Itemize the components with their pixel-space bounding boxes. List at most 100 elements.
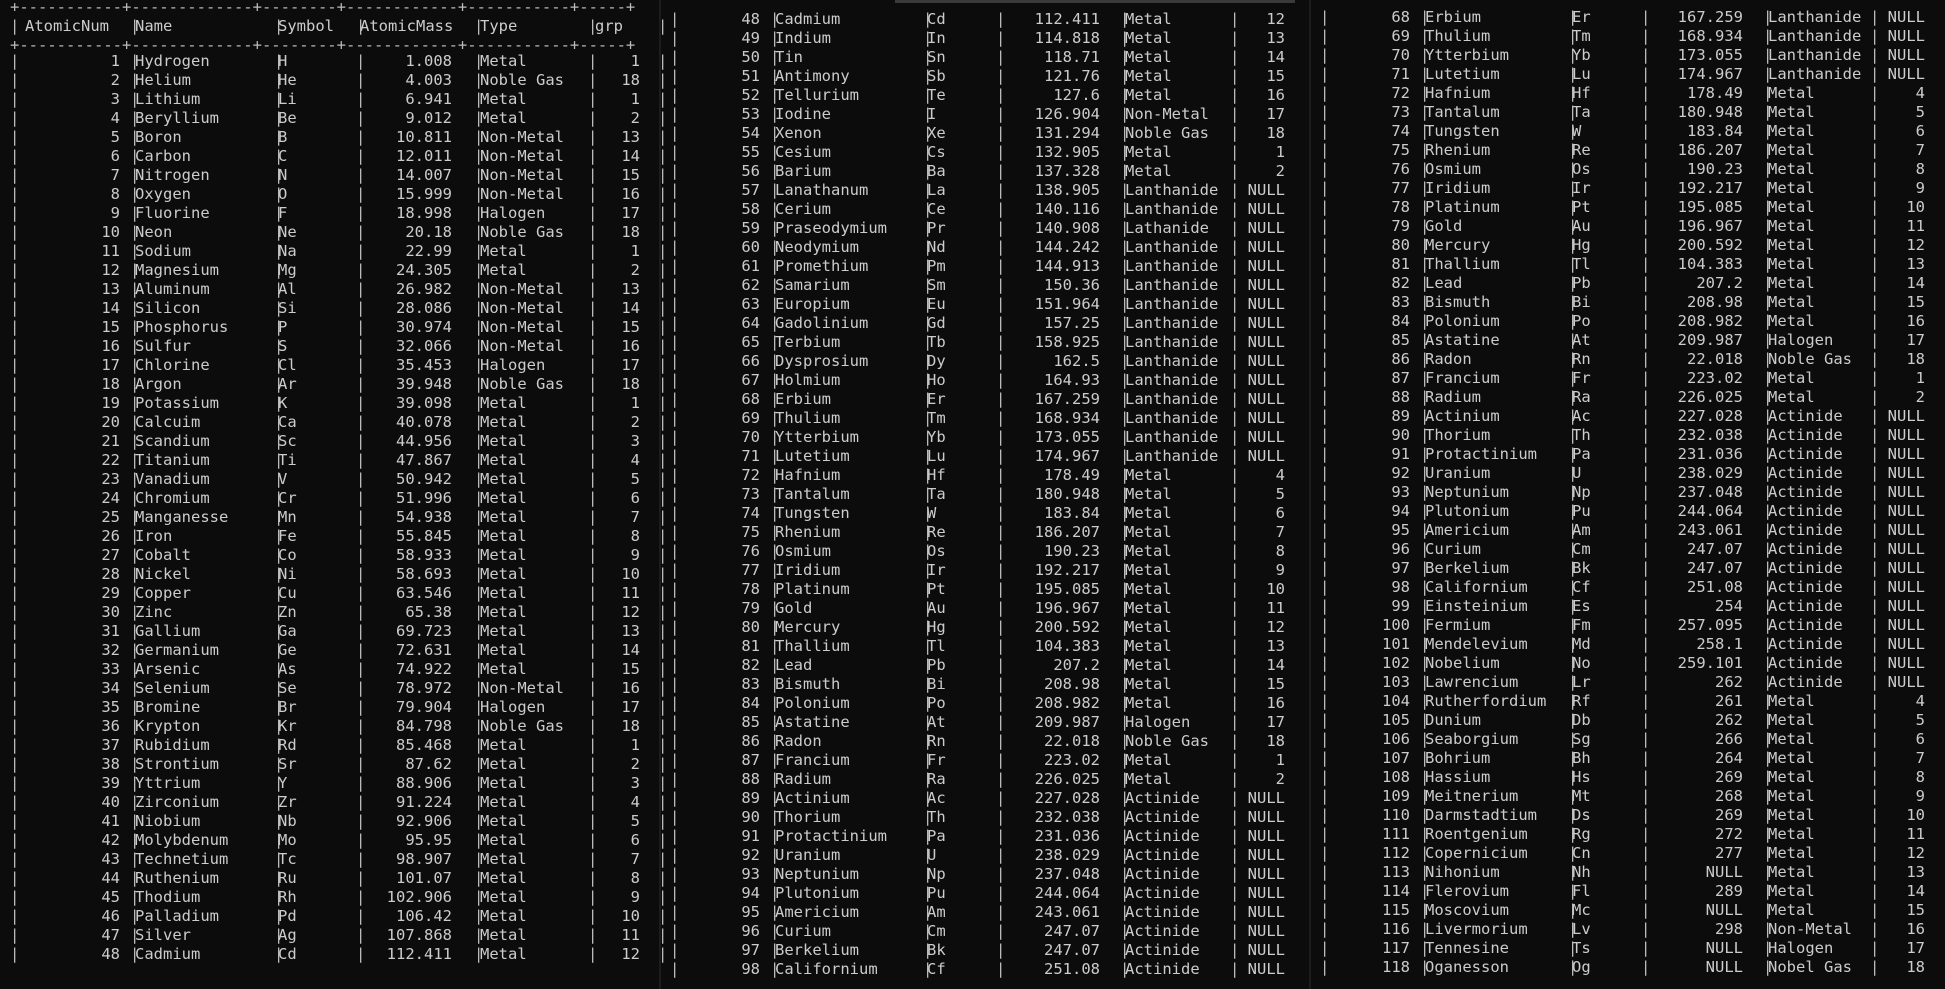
column-separator: | <box>1763 122 1773 140</box>
cell-atomic-num: 80 <box>1391 236 1410 254</box>
cell-atomic-num: 74 <box>741 504 760 522</box>
column-separator: | <box>356 508 366 526</box>
column-separator: | <box>130 318 140 336</box>
cell-atomic-mass: 196.967 <box>1034 599 1100 617</box>
cell-type: Metal <box>1768 141 1815 159</box>
cell-type: Metal <box>1768 312 1815 330</box>
cell-atomic-mass: 227.028 <box>1677 407 1743 425</box>
column-separator: | <box>356 90 366 108</box>
cell-atomic-num: 42 <box>101 831 120 849</box>
pane-divider[interactable] <box>659 0 661 989</box>
table-row: 2 Helium He 4.003 Noble Gas 18 | | | | | | | <box>0 71 667 90</box>
cell-type: Non-Metal <box>480 147 564 165</box>
cell-atomic-num: 77 <box>1391 179 1410 197</box>
column-separator: | <box>1763 46 1773 64</box>
cell-type: Metal <box>1125 751 1172 769</box>
column-separator: | <box>1320 502 1330 520</box>
column-separator: | <box>274 432 284 450</box>
column-separator: | <box>1120 770 1130 788</box>
terminal-pane-middle[interactable]: 48CadmiumCd112.411Metal12|||||||49Indium… <box>660 0 1314 989</box>
cell-atomic-num: 76 <box>741 542 760 560</box>
column-separator: | <box>10 717 20 735</box>
table-row: 105DuniumDb262Metal5||||||| <box>1310 711 1945 730</box>
column-separator: | <box>770 789 780 807</box>
column-separator: | <box>474 584 484 602</box>
column-separator: | <box>274 907 284 925</box>
column-separator: | <box>356 185 366 203</box>
cell-name: Astatine <box>1425 331 1500 349</box>
column-separator: | <box>1230 447 1240 465</box>
column-separator: | <box>588 470 598 488</box>
table-row: 73TantalumTa180.948Metal5||||||| <box>1310 103 1945 122</box>
pane-divider[interactable] <box>1309 0 1311 989</box>
table-row: 87FranciumFr223.02Metal1||||||| <box>660 751 1314 770</box>
cell-atomic-num: 100 <box>1382 616 1410 634</box>
column-separator: | <box>1641 255 1651 273</box>
column-separator: | <box>1120 523 1130 541</box>
cell-type: Metal <box>480 546 527 564</box>
column-separator: | <box>1641 122 1651 140</box>
cell-atomic-mass: 243.061 <box>1677 521 1743 539</box>
column-separator: | <box>130 71 140 89</box>
column-separator: | <box>1568 84 1578 102</box>
cell-atomic-num: 52 <box>741 86 760 104</box>
column-separator: | <box>1870 65 1880 83</box>
column-separator: | <box>996 732 1006 750</box>
table-row: 5 Boron B 10.811 Non-Metal 13 | | | | | | | <box>0 128 667 147</box>
column-separator: | <box>1120 162 1130 180</box>
cell-atomic-num: 110 <box>1382 806 1410 824</box>
column-separator: | <box>474 71 484 89</box>
column-separator: | <box>1568 103 1578 121</box>
cell-atomic-num: 19 <box>101 394 120 412</box>
cell-atomic-mass: 247.07 <box>1044 941 1100 959</box>
cell-name: Berkelium <box>775 941 859 959</box>
column-separator: | <box>996 637 1006 655</box>
column-separator: | <box>670 732 680 750</box>
column-separator: | <box>996 846 1006 864</box>
column-separator: | <box>1320 160 1330 178</box>
cell-type: Actinide <box>1768 635 1843 653</box>
table-row: 55CesiumCs132.905Metal1||||||| <box>660 143 1314 162</box>
column-separator: | <box>588 128 598 146</box>
cell-atomic-num: 35 <box>101 698 120 716</box>
terminal-pane-left[interactable]: +-----------+-------------+--------+----… <box>0 0 667 989</box>
column-separator: | <box>1230 675 1240 693</box>
cell-atomic-mass: 18.998 <box>396 204 452 222</box>
column-separator: | <box>130 394 140 412</box>
terminal-pane-right[interactable]: 68ErbiumEr167.259LanthanideNULL|||||||69… <box>1310 0 1945 989</box>
column-separator: | <box>274 451 284 469</box>
cell-name: Ytterbium <box>775 428 859 446</box>
cell-atomic-mass: 180.948 <box>1034 485 1100 503</box>
column-separator: | <box>474 394 484 412</box>
column-separator: | <box>356 375 366 393</box>
column-separator: | <box>996 200 1006 218</box>
cell-name: Helium <box>135 71 191 89</box>
cell-type: Non-Metal <box>480 280 564 298</box>
column-separator: | <box>1120 124 1130 142</box>
cell-type: Actinide <box>1125 846 1200 864</box>
table-row: 32 Germanium Ge 72.631 Metal 14 | | | | | | | <box>0 641 667 660</box>
cell-name: Beryllium <box>135 109 219 127</box>
cell-atomic-mass: 186.207 <box>1034 523 1100 541</box>
column-separator: | <box>274 641 284 659</box>
cell-atomic-mass: 65.38 <box>405 603 452 621</box>
column-separator: | <box>923 10 933 28</box>
column-separator: | <box>1641 217 1651 235</box>
cell-type: Metal <box>480 432 527 450</box>
cell-atomic-num: 43 <box>101 850 120 868</box>
cell-name: Flerovium <box>1425 882 1509 900</box>
column-separator: | <box>670 580 680 598</box>
cell-type: Noble Gas <box>480 375 564 393</box>
column-separator: | <box>10 869 20 887</box>
cell-atomic-mass: 132.905 <box>1034 143 1100 161</box>
column-separator: | <box>670 257 680 275</box>
column-separator: | <box>1568 331 1578 349</box>
column-separator: | <box>356 337 366 355</box>
column-separator: | <box>1420 65 1430 83</box>
column-separator: | <box>770 29 780 47</box>
column-separator: | <box>1420 882 1430 900</box>
cell-type: Noble Gas <box>480 223 564 241</box>
column-separator: | <box>356 71 366 89</box>
column-separator: | <box>1230 656 1240 674</box>
cell-type: Metal <box>480 945 527 963</box>
